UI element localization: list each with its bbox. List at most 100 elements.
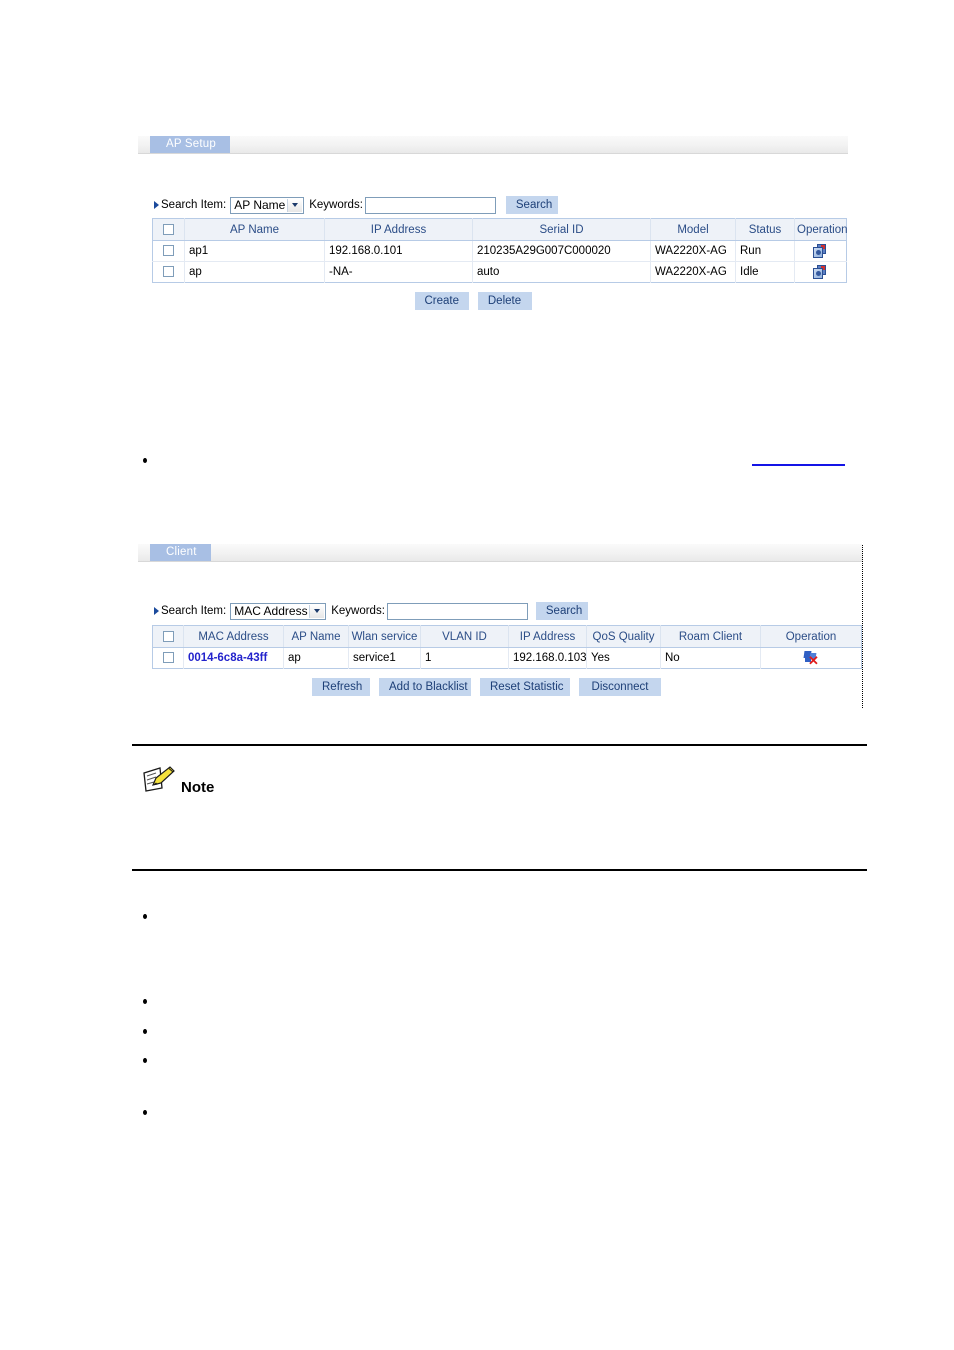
cross-reference-link[interactable] — [752, 456, 845, 466]
client-table-header-row: MAC Address AP Name Wlan service VLAN ID… — [152, 625, 862, 648]
client-table-buttons: Refresh Add to Blacklist Reset Statistic… — [110, 678, 863, 696]
ap-search-button[interactable]: Search — [505, 196, 558, 214]
ap-row-operation[interactable] — [795, 262, 847, 283]
client-table: MAC Address AP Name Wlan service VLAN ID… — [152, 625, 862, 669]
ap-setup-body: Search Item: AP Name Keywords: Search AP… — [138, 196, 848, 310]
tab-client[interactable]: Client — [150, 544, 211, 561]
client-col-wlan-service[interactable]: Wlan service — [348, 625, 421, 648]
client-row-ip-address: 192.168.0.103 — [508, 647, 587, 669]
client-row-qos-quality: Yes — [586, 647, 661, 669]
ap-row-ip-address: -NA- — [324, 261, 473, 283]
ap-col-ap-name[interactable]: AP Name — [184, 218, 325, 241]
list-item-bullet — [143, 1029, 147, 1034]
ap-select-all-checkbox[interactable] — [163, 223, 174, 235]
reset-statistic-button[interactable]: Reset Statistic — [480, 678, 570, 696]
note-heading: Note — [142, 766, 214, 795]
ap-col-model[interactable]: Model — [650, 218, 736, 241]
ap-row-checkbox[interactable] — [163, 266, 174, 278]
ap-row-select-cell[interactable] — [152, 240, 185, 262]
ap-search-item-select[interactable]: AP Name — [230, 196, 305, 214]
ap-row-serial-id: 210235A29G007C000020 — [472, 240, 651, 262]
add-to-blacklist-button[interactable]: Add to Blacklist — [379, 678, 471, 696]
tab-ap-setup[interactable]: AP Setup — [150, 136, 230, 153]
create-button[interactable]: Create — [414, 292, 469, 310]
client-body: Search Item: MAC Address Keywords: Searc… — [138, 602, 863, 696]
ap-row-operation[interactable] — [794, 240, 847, 262]
ap-setup-panel: AP Setup Search Item: AP Name Keywords: … — [138, 136, 848, 310]
client-col-roam-client[interactable]: Roam Client — [660, 625, 761, 648]
client-search-item-value: MAC Address — [234, 603, 308, 618]
ap-row-model: WA2220X-AG — [650, 240, 736, 262]
list-item-bullet — [143, 1110, 147, 1115]
table-row[interactable]: ap1 192.168.0.101 210235A29G007C000020 W… — [152, 240, 847, 262]
client-select-all-checkbox[interactable] — [162, 630, 174, 642]
note-label: Note — [181, 779, 215, 796]
client-panel: Client Search Item: MAC Address Keywords… — [138, 544, 863, 708]
refresh-button[interactable]: Refresh — [312, 678, 370, 696]
client-mac-address-link[interactable]: 0014-6c8a-43ff — [188, 652, 267, 664]
client-row-select-cell[interactable] — [152, 647, 184, 669]
ap-row-checkbox[interactable] — [163, 245, 174, 257]
chevron-down-icon[interactable] — [309, 604, 325, 618]
ap-row-ip-address: 192.168.0.101 — [324, 240, 473, 262]
copy-config-icon[interactable] — [813, 265, 828, 279]
copy-config-icon[interactable] — [813, 244, 828, 258]
ap-search-item-label: Search Item: — [161, 199, 227, 211]
ap-select-all-cell[interactable] — [152, 218, 185, 241]
ap-col-ip-address[interactable]: IP Address — [324, 218, 473, 241]
ap-keywords-input[interactable] — [364, 196, 496, 214]
client-col-ap-name[interactable]: AP Name — [283, 625, 349, 648]
client-row-vlan-id: 1 — [420, 647, 509, 669]
client-col-vlan-id[interactable]: VLAN ID — [420, 625, 509, 648]
client-search-row: Search Item: MAC Address Keywords: Searc… — [154, 602, 863, 620]
client-col-ip-address[interactable]: IP Address — [508, 625, 587, 648]
ap-col-serial-id[interactable]: Serial ID — [472, 218, 651, 241]
ap-table: AP Name IP Address Serial ID Model Statu… — [152, 218, 848, 283]
chevron-down-icon[interactable] — [287, 198, 303, 212]
client-col-qos-quality[interactable]: QoS Quality — [586, 625, 661, 648]
table-row[interactable]: ap -NA- auto WA2220X-AG Idle — [152, 261, 847, 283]
ap-row-ap-name: ap — [184, 261, 325, 283]
client-row-mac-address-cell[interactable]: 0014-6c8a-43ff — [183, 647, 284, 669]
ap-search-item-value: AP Name — [234, 197, 286, 212]
list-item-bullet — [143, 1058, 147, 1063]
ap-row-status: Idle — [735, 261, 795, 283]
ap-row-model: WA2220X-AG — [650, 261, 736, 283]
triangle-right-icon — [154, 607, 159, 615]
note-bottom-rule — [132, 869, 867, 871]
ap-col-status[interactable]: Status — [735, 218, 795, 241]
client-row-checkbox[interactable] — [162, 652, 174, 664]
ap-row-serial-id: auto — [472, 261, 651, 283]
ap-table-header-row: AP Name IP Address Serial ID Model Statu… — [152, 218, 848, 241]
note-top-rule — [132, 744, 867, 746]
client-row-roam-client: No — [660, 647, 761, 669]
ap-table-buttons: Create Delete — [98, 292, 848, 310]
client-search-button[interactable]: Search — [535, 602, 588, 620]
client-search-item-label: Search Item: — [161, 605, 227, 617]
ap-keywords-label: Keywords: — [309, 199, 363, 211]
client-row-ap-name: ap — [283, 647, 349, 669]
client-col-operation[interactable]: Operation — [760, 625, 862, 648]
client-select-all-cell[interactable] — [152, 625, 184, 648]
ap-row-select-cell[interactable] — [152, 261, 185, 283]
disconnect-client-icon[interactable]: ✕ — [803, 650, 819, 667]
client-search-item-select[interactable]: MAC Address — [230, 602, 327, 620]
client-col-mac-address[interactable]: MAC Address — [183, 625, 284, 648]
list-item-bullet — [143, 999, 147, 1004]
client-row-wlan-service: service1 — [348, 647, 421, 669]
client-row-operation[interactable]: ✕ — [761, 648, 862, 669]
client-tabstrip: Client — [138, 544, 863, 562]
table-row[interactable]: 0014-6c8a-43ff ap service1 1 192.168.0.1… — [152, 647, 862, 669]
note-pencil-icon — [142, 766, 176, 795]
ap-row-status: Run — [735, 240, 795, 262]
client-keywords-input[interactable] — [386, 602, 528, 620]
ap-row-ap-name: ap1 — [184, 240, 325, 262]
delete-button[interactable]: Delete — [477, 292, 532, 310]
client-keywords-label: Keywords: — [331, 605, 385, 617]
list-item-bullet — [143, 458, 147, 463]
list-item-bullet — [143, 914, 147, 919]
triangle-right-icon — [154, 201, 159, 209]
ap-col-operation[interactable]: Operation — [794, 218, 848, 241]
disconnect-button[interactable]: Disconnect — [579, 678, 661, 696]
client-panel-right-edge — [862, 545, 863, 708]
